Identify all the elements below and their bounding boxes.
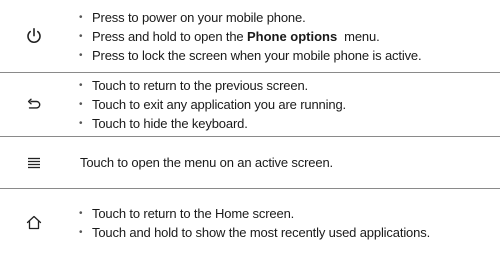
power-key-icon-cell (0, 0, 68, 72)
home-icon (26, 215, 42, 230)
menu-key-description: Touch to open the menu on an active scre… (80, 155, 333, 170)
power-key-descriptions: Press to power on your mobile phone. Pre… (68, 8, 500, 65)
home-key-descriptions: Touch to return to the Home screen. Touc… (68, 204, 500, 242)
power-key-row: Press to power on your mobile phone. Pre… (0, 0, 500, 73)
home-key-icon-cell (0, 189, 68, 256)
power-key-desc-item: Press and hold to open the Phone options… (78, 27, 492, 46)
back-key-desc-item: Touch to exit any application you are ru… (78, 95, 492, 114)
back-key-desc-item: Touch to return to the previous screen. (78, 76, 492, 95)
menu-icon (28, 157, 40, 168)
menu-key-row: Touch to open the menu on an active scre… (0, 137, 500, 189)
home-key-row: Touch to return to the Home screen. Touc… (0, 189, 500, 256)
back-key-desc-item: Touch to hide the keyboard. (78, 114, 492, 133)
back-key-row: Touch to return to the previous screen. … (0, 73, 500, 137)
desc-suffix: menu. (337, 28, 380, 44)
back-icon (27, 98, 41, 109)
power-icon (27, 27, 41, 43)
home-key-desc-item: Touch to return to the Home screen. (78, 204, 492, 223)
home-key-desc-item: Touch and hold to show the most recently… (78, 223, 492, 242)
menu-key-icon-cell (0, 137, 68, 188)
back-key-icon-cell (0, 73, 68, 136)
power-key-desc-item: Press to lock the screen when your mobil… (78, 46, 492, 65)
power-key-desc-item: Press to power on your mobile phone. (78, 8, 492, 27)
hardware-keys-table: Press to power on your mobile phone. Pre… (0, 0, 500, 256)
desc-prefix: Press and hold to open the (92, 28, 247, 44)
back-key-descriptions: Touch to return to the previous screen. … (68, 76, 500, 133)
phone-options-term: Phone options (246, 28, 338, 44)
